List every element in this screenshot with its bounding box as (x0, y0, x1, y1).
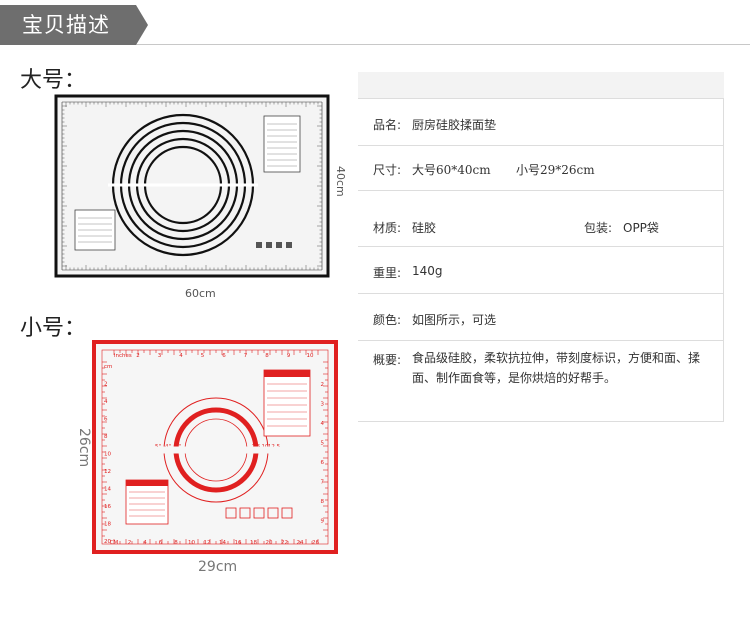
spec-material-value: 硅胶 (412, 221, 437, 235)
ruler-label: 9 (321, 519, 325, 525)
section-header: 宝贝描述 (0, 0, 750, 46)
specs-panel: 品名: 厨房硅胶揉面垫 尺寸: 大号60*40cm 小号29*26cm 材质: … (358, 72, 724, 422)
spec-size-small: 小号29*26cm (516, 163, 595, 177)
ruler-label: 4 (143, 540, 147, 546)
ruler-label: 3 (321, 402, 325, 408)
large-mat-image (54, 94, 330, 278)
small-width-label: 29cm (198, 559, 238, 575)
ruler-label: 14 (219, 540, 226, 546)
small-height-label: 26cm (76, 428, 92, 468)
ruler-label: 12 (104, 469, 111, 475)
ruler-label: 4 (104, 399, 108, 405)
ruler-label: 6 (321, 460, 325, 466)
spec-package-value: OPP袋 (623, 221, 659, 235)
ruler-label: 20 (266, 540, 273, 546)
ruler-label: 2 (321, 382, 325, 388)
spec-row-size: 尺寸: 大号60*40cm 小号29*26cm (358, 146, 724, 191)
ruler-label: 10 (188, 540, 195, 546)
ruler-label: 8 (104, 434, 108, 440)
spec-size-label: 尺寸: (373, 163, 402, 177)
ruler-label: 5 (321, 441, 325, 447)
spec-summary-line2: 面、制作面食等，是你烘焙的好帮手。 (412, 371, 617, 385)
ruler-label: cm (104, 364, 112, 370)
large-width-label: 60cm (185, 287, 216, 300)
ruler-label: inches (114, 353, 132, 359)
spec-row-name: 品名: 厨房硅胶揉面垫 (358, 99, 724, 146)
spec-name-value: 厨房硅胶揉面垫 (412, 118, 497, 132)
spec-material-label: 材质: (373, 221, 402, 235)
ruler-label: 7 (321, 480, 325, 486)
spec-weight-label: 重里: (373, 266, 402, 280)
spec-name-label: 品名: (373, 118, 402, 132)
small-size-label: 小号： (20, 316, 87, 341)
spec-summary-line1: 食品级硅胶，柔软抗拉伸，带刻度标识，方便和面、揉 (412, 351, 701, 365)
spec-weight-value: 140g (412, 264, 443, 278)
specs-panel-header (358, 72, 724, 99)
spec-row-weight: 重里: 140g (358, 247, 724, 294)
spec-size-large: 大号60*40cm (412, 163, 491, 177)
ruler-label: 16 (235, 540, 242, 546)
ruler-label: 4 (179, 353, 183, 359)
ruler-label: 8 (321, 499, 325, 505)
ruler-label: 9 (287, 353, 291, 359)
small-mat-image: inches 2 3 4 5 6 7 8 9 10CM 2 4 6 8 10 12 14 16 18 20 22 24 26… (92, 340, 338, 554)
ruler-label: 26 (312, 540, 319, 546)
ruler-label: 14 (104, 487, 111, 493)
spec-row-color: 颜色: 如图所示，可选 (358, 294, 724, 341)
ruler-label: 6 (159, 540, 163, 546)
ruler-label: CM (110, 540, 119, 546)
ruler-label: 12 (204, 540, 211, 546)
large-height-label: 40cm (334, 166, 347, 197)
ruler-label: 16 (104, 504, 111, 510)
ruler-label: 4 (321, 421, 325, 427)
ruler-label: 8 (265, 353, 269, 359)
ruler-label: 7 (244, 353, 248, 359)
spec-color-value: 如图所示，可选 (412, 313, 497, 327)
ruler-label: 6 (222, 353, 226, 359)
ruler-label: 18 (250, 540, 257, 546)
spec-summary-label: 概要: (373, 353, 402, 367)
spec-package-label: 包装: (584, 221, 613, 235)
spec-row-material: 材质: 硅胶 包装: OPP袋 (358, 191, 724, 247)
ruler-label: 2 (136, 353, 140, 359)
section-title: 宝贝描述 (22, 13, 110, 37)
spec-row-summary: 概要: 食品级硅胶，柔软抗拉伸，带刻度标识，方便和面、揉 面、制作面食等，是你烘… (358, 341, 724, 422)
ruler-label: 10 (104, 452, 111, 458)
ruler-label: 24 (297, 540, 304, 546)
ruler-label: 8 (174, 540, 178, 546)
ruler-label: 6 (104, 417, 108, 423)
ruler-label: 10 (307, 353, 314, 359)
ruler-label: 5 (201, 353, 205, 359)
ruler-label: 18 (104, 522, 111, 528)
ruler-label: 2 (128, 540, 132, 546)
ruler-label: 3 (158, 353, 162, 359)
ruler-label: 22 (281, 540, 288, 546)
ruler-label: 2 (104, 382, 108, 388)
ruler-label: 20 (104, 539, 111, 545)
spec-color-label: 颜色: (373, 313, 402, 327)
